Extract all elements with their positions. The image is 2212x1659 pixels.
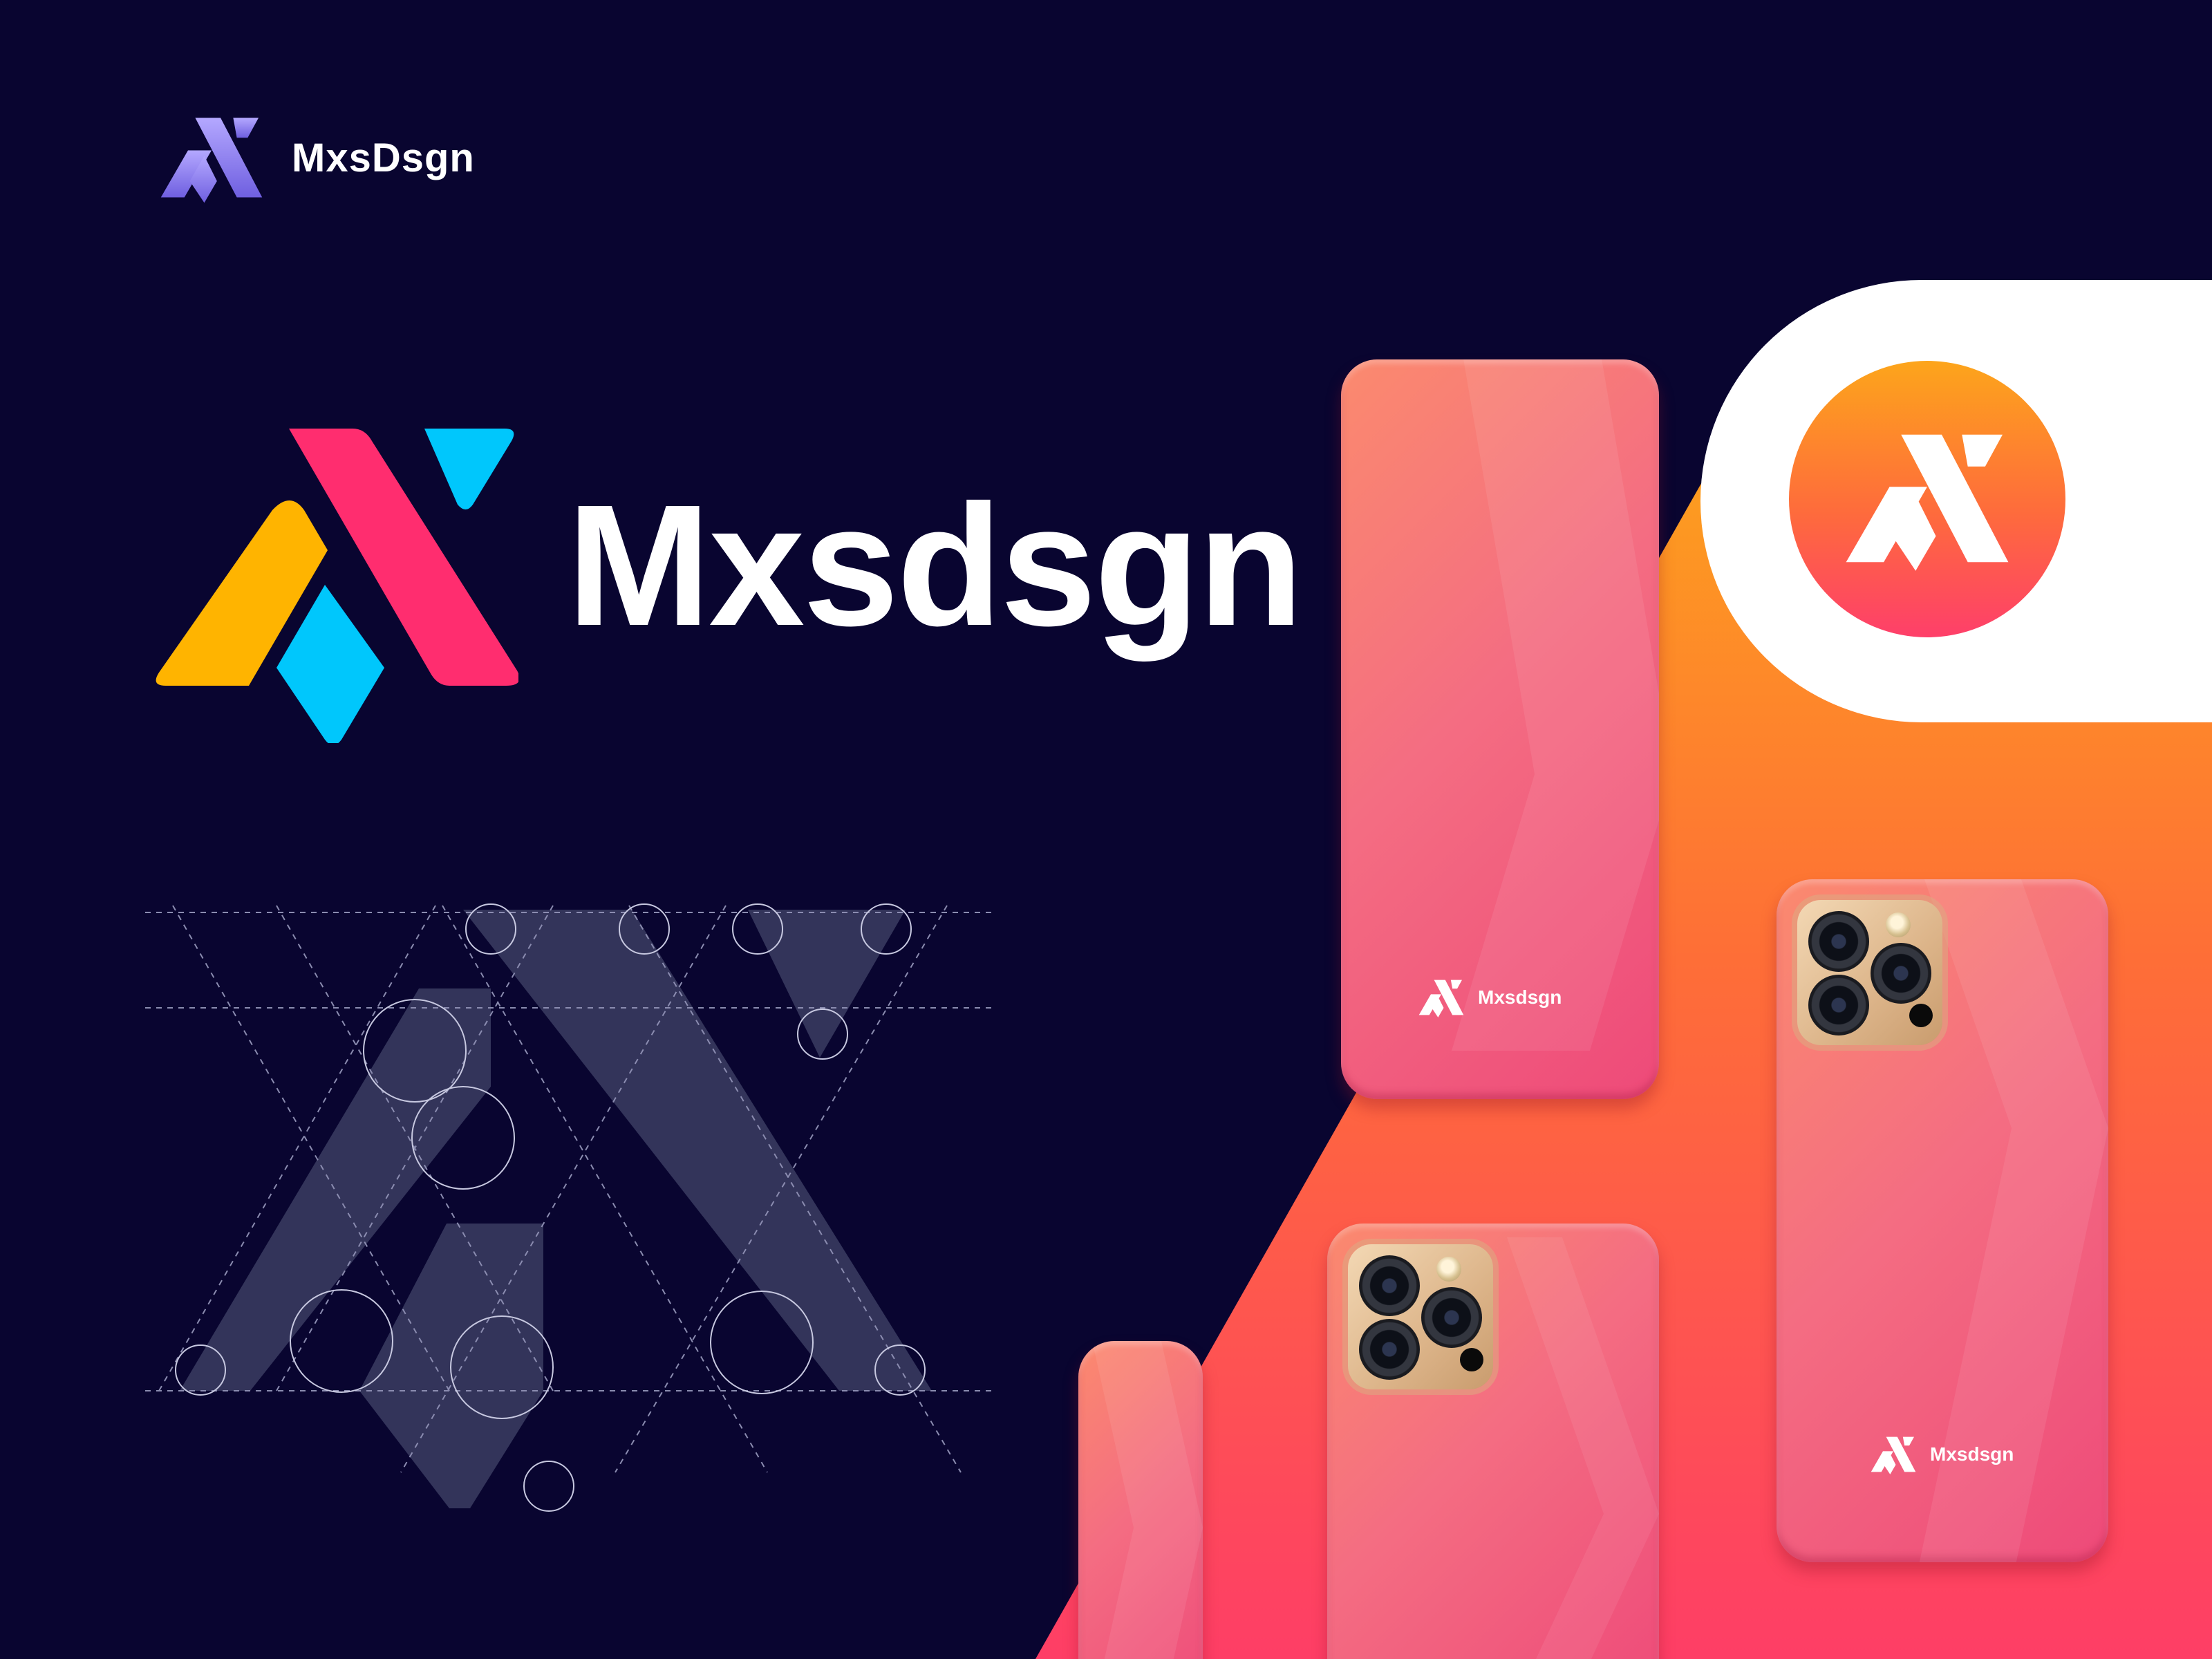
camera-lens (1359, 1319, 1420, 1380)
camera-lens (1359, 1255, 1420, 1316)
brand-main-label: Mxsdsgn (567, 469, 1303, 662)
brand-small-label: MxsDsgn (292, 135, 475, 180)
brand-small: MxsDsgn (156, 111, 475, 205)
brand-main: Mxsdsgn (145, 429, 1303, 743)
phone-case-right: Mxsdsgn (1777, 879, 2108, 1562)
mx-logo-color-icon (156, 429, 518, 743)
phone-chevron-decoration (1092, 1341, 1203, 1659)
mx-logo-monochrome-icon (160, 118, 263, 203)
mx-logo-white-icon (1871, 1436, 1916, 1474)
lidar-sensor (1460, 1348, 1483, 1371)
camera-module (1797, 900, 1942, 1045)
phone-brand-label: Mxsdsgn (1930, 1443, 2014, 1465)
brand-presentation: Mxsdsgn Mxsdsgn MxsDsgn Mxsdsgn (0, 0, 2212, 1659)
phone-brand: Mxsdsgn (1869, 1434, 2014, 1475)
phone-case-middle (1327, 1224, 1659, 1659)
camera-lens (1808, 975, 1869, 1035)
mx-logo-white-icon (1418, 980, 1464, 1018)
phone-brand-label: Mxsdsgn (1478, 986, 1562, 1008)
camera-lens (1871, 943, 1931, 1004)
phone-brand: Mxsdsgn (1417, 977, 1562, 1018)
camera-lens (1808, 911, 1869, 972)
camera-lens (1421, 1287, 1482, 1348)
logo-construction-grid (145, 903, 995, 1512)
mx-app-icon (1789, 361, 2065, 637)
camera-flash (1436, 1257, 1461, 1282)
phone-chevron-decoration (1507, 1237, 1659, 1659)
mx-logo-white-icon (1846, 434, 2009, 571)
lidar-sensor (1909, 1004, 1933, 1027)
logo-cyan-top (424, 429, 514, 509)
phone-case-bottom-left-partial (1078, 1341, 1203, 1659)
phone-chevron-decoration (1452, 359, 1659, 1051)
camera-flash (1886, 912, 1911, 937)
camera-module (1348, 1244, 1493, 1389)
phone-case-top: Mxsdsgn (1341, 359, 1659, 1099)
